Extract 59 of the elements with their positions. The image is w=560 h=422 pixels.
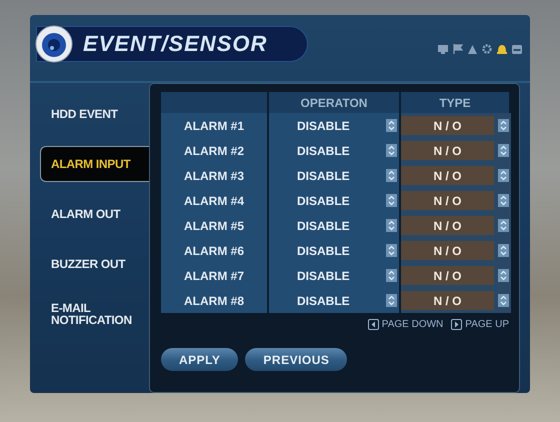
- alarm-name: ALARM #4: [161, 188, 269, 213]
- bell-icon: [497, 44, 507, 54]
- operation-value[interactable]: DISABLE: [297, 194, 350, 208]
- type-value[interactable]: N / O: [401, 166, 494, 185]
- type-value[interactable]: N / O: [401, 291, 494, 310]
- operation-value[interactable]: DISABLE: [297, 244, 350, 258]
- window-title: EVENT/SENSOR: [83, 31, 268, 57]
- spinner-icon[interactable]: [498, 244, 509, 257]
- sidebar-item[interactable]: HDD EVENT: [40, 89, 149, 139]
- alarm-name: ALARM #1: [161, 113, 269, 138]
- alarm-name: ALARM #5: [161, 213, 269, 238]
- operation-value[interactable]: DISABLE: [297, 168, 350, 182]
- spinner-icon[interactable]: [498, 119, 509, 132]
- apply-button[interactable]: APPLY: [161, 348, 238, 371]
- alarm-name: ALARM #7: [161, 263, 269, 288]
- page-up-link[interactable]: PAGE UP: [451, 319, 509, 330]
- sidebar-item[interactable]: ALARM INPUT: [40, 146, 149, 182]
- triangle-icon: [468, 44, 477, 54]
- type-value[interactable]: N / O: [401, 216, 494, 235]
- drive-icon: [512, 44, 522, 54]
- operation-value[interactable]: DISABLE: [297, 144, 350, 158]
- camera-logo-icon: [35, 24, 73, 64]
- alarm-name: ALARM #6: [161, 238, 269, 263]
- operation-value[interactable]: DISABLE: [297, 294, 350, 308]
- alarm-name: ALARM #8: [161, 288, 269, 313]
- spinner-icon[interactable]: [386, 269, 397, 282]
- spinner-icon[interactable]: [498, 269, 509, 282]
- spinner-icon[interactable]: [498, 294, 509, 307]
- settings-icon: [482, 44, 492, 54]
- flag-icon: [453, 44, 463, 54]
- column-header: TYPE: [401, 92, 511, 113]
- previous-button[interactable]: PREVIOUS: [245, 348, 348, 371]
- spinner-icon[interactable]: [498, 169, 509, 182]
- spinner-icon[interactable]: [386, 244, 397, 257]
- type-value[interactable]: N / O: [401, 116, 494, 135]
- sidebar-item[interactable]: BUZZER OUT: [40, 239, 149, 289]
- operation-value[interactable]: DISABLE: [297, 218, 350, 232]
- spinner-icon[interactable]: [386, 219, 397, 232]
- operation-value[interactable]: DISABLE: [297, 118, 350, 132]
- type-value[interactable]: N / O: [401, 141, 494, 160]
- alarm-name: ALARM #2: [161, 138, 269, 163]
- page-down-link[interactable]: PAGE DOWN: [368, 319, 444, 330]
- spinner-icon[interactable]: [498, 219, 509, 232]
- spinner-icon[interactable]: [386, 194, 397, 207]
- spinner-icon[interactable]: [498, 144, 509, 157]
- spinner-icon[interactable]: [386, 119, 397, 132]
- type-value[interactable]: N / O: [401, 266, 494, 285]
- spinner-icon[interactable]: [386, 294, 397, 307]
- sidebar-item[interactable]: ALARM OUT: [40, 189, 149, 239]
- type-value[interactable]: N / O: [401, 241, 494, 260]
- column-header: OPERATON: [269, 92, 401, 113]
- alarm-name: ALARM #3: [161, 163, 269, 188]
- monitor-icon: [438, 44, 448, 54]
- spinner-icon[interactable]: [386, 144, 397, 157]
- spinner-icon[interactable]: [498, 194, 509, 207]
- sidebar-item[interactable]: E-MAIL NOTIFICATION: [40, 289, 149, 339]
- spinner-icon[interactable]: [386, 169, 397, 182]
- operation-value[interactable]: DISABLE: [297, 268, 350, 282]
- type-value[interactable]: N / O: [401, 191, 494, 210]
